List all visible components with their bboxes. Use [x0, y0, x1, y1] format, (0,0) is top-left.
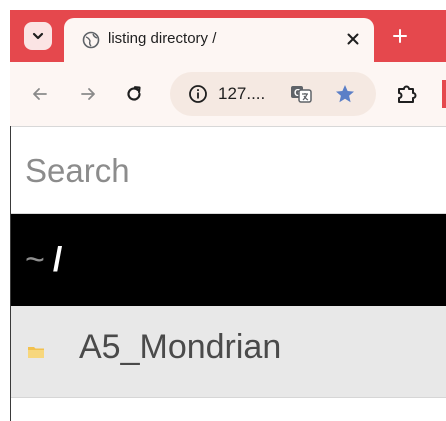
close-icon: [347, 33, 359, 45]
plus-icon: [393, 29, 407, 43]
arrow-left-icon: [33, 88, 47, 100]
address-bar[interactable]: 127.... G: [170, 72, 376, 116]
folder-icon: [28, 347, 44, 358]
breadcrumb: ~ /: [11, 214, 446, 306]
reload-icon: [127, 86, 141, 101]
search-box: [11, 126, 446, 214]
browser-toolbar: 127.... G: [10, 62, 446, 126]
file-name[interactable]: A5_Mondrian: [79, 328, 281, 367]
tab-title: listing directory /: [108, 30, 217, 47]
translate-icon[interactable]: G: [290, 83, 312, 105]
star-icon[interactable]: [334, 83, 356, 105]
forward-button[interactable]: [76, 82, 100, 106]
new-tab-button[interactable]: [388, 24, 412, 48]
arrow-right-icon: [81, 88, 95, 100]
chevron-down-icon: [32, 32, 44, 40]
close-tab-button[interactable]: [342, 28, 364, 50]
directory-listing-page: ~ / A5_Mondrian: [10, 126, 446, 421]
breadcrumb-home[interactable]: ~: [25, 241, 45, 280]
reload-button[interactable]: [122, 82, 146, 106]
tab-strip: listing directory /: [10, 10, 446, 62]
puzzle-icon[interactable]: [394, 81, 420, 107]
globe-icon: [82, 31, 100, 49]
back-button[interactable]: [28, 82, 52, 106]
list-item[interactable]: A5_Mondrian: [11, 306, 446, 398]
profile-button-edge[interactable]: [442, 80, 446, 108]
active-tab[interactable]: listing directory /: [64, 18, 374, 62]
breadcrumb-root[interactable]: /: [53, 241, 62, 280]
url-text[interactable]: 127....: [218, 84, 265, 104]
search-input[interactable]: [25, 149, 435, 193]
info-icon[interactable]: [188, 84, 208, 104]
tab-search-button[interactable]: [24, 22, 52, 50]
